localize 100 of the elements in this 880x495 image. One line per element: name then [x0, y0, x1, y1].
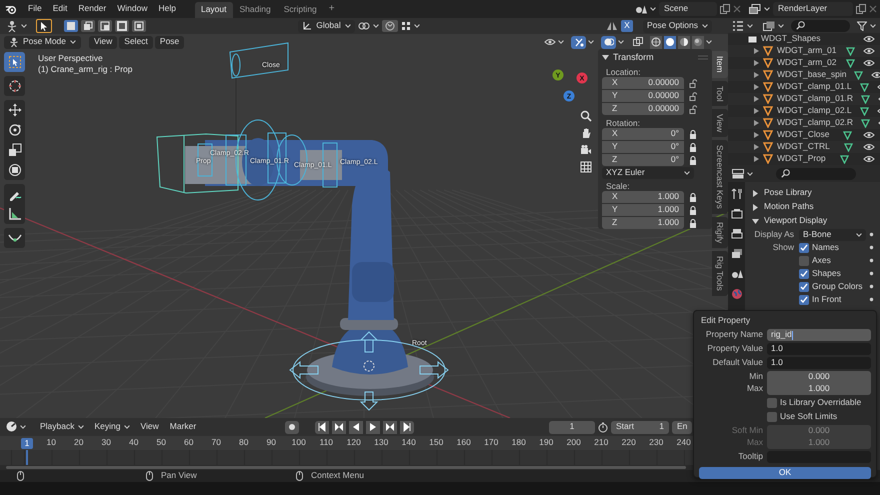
- output-icon[interactable]: [730, 228, 742, 240]
- number-field[interactable]: X 1.000: [602, 191, 684, 203]
- transform-tool-button[interactable]: [4, 160, 25, 180]
- eye-icon[interactable]: [863, 131, 875, 139]
- outliner-item[interactable]: WDGT_clamp_02.L: [728, 105, 880, 117]
- text-field[interactable]: 1.0: [767, 357, 871, 369]
- playback-button[interactable]: [366, 420, 380, 434]
- axis-dot[interactable]: [564, 90, 574, 102]
- checkbox[interactable]: [799, 242, 809, 252]
- checkbox[interactable]: [799, 294, 809, 304]
- lock-icon[interactable]: [689, 206, 698, 214]
- menu-button[interactable]: Marker: [166, 421, 200, 433]
- panel-header[interactable]: Pose Library: [748, 186, 877, 200]
- shading-mode-button[interactable]: [650, 36, 662, 48]
- menu-item[interactable]: Render: [73, 2, 112, 16]
- caret-icon[interactable]: [344, 24, 351, 28]
- eye-icon[interactable]: [863, 47, 875, 55]
- drag-handle-icon[interactable]: [698, 54, 708, 60]
- workspace-tab[interactable]: Layout: [194, 2, 232, 18]
- sidebar-tab[interactable]: Screencast Keys: [712, 140, 728, 214]
- keyframe-dot-icon[interactable]: [869, 258, 874, 263]
- outliner-item[interactable]: WDGT_clamp_01.L: [728, 81, 880, 93]
- caret-icon[interactable]: [856, 232, 862, 236]
- start-frame-field[interactable]: Start 1: [611, 420, 669, 434]
- copy-icon[interactable]: [856, 4, 866, 14]
- rotation-mode-dropdown[interactable]: XYZ Euler: [602, 167, 694, 179]
- select-box-tool-button[interactable]: [4, 52, 25, 72]
- lock-icon[interactable]: [689, 142, 698, 152]
- number-field[interactable]: X 0.00000: [602, 77, 684, 89]
- properties-editor-icon[interactable]: [732, 168, 744, 178]
- playback-button[interactable]: [382, 420, 396, 434]
- selection-mode-button[interactable]: [132, 20, 146, 32]
- camera-icon[interactable]: [580, 144, 592, 156]
- number-field[interactable]: Z 1.000: [602, 217, 684, 229]
- caret-icon[interactable]: [558, 40, 564, 44]
- text-field[interactable]: rig_id: [767, 329, 871, 341]
- sidebar-tab[interactable]: Item: [712, 51, 728, 78]
- search-field[interactable]: [791, 20, 850, 32]
- selection-mode-button[interactable]: [81, 20, 95, 32]
- outliner-item[interactable]: WDGT_Close: [728, 129, 880, 141]
- app-logo-icon[interactable]: [5, 3, 17, 15]
- render-layer-icon[interactable]: [749, 4, 761, 14]
- gizmo-toggle[interactable]: [571, 36, 586, 48]
- number-field[interactable]: Y 1.000: [602, 204, 684, 216]
- sidebar-tab[interactable]: View: [712, 109, 728, 138]
- menu-button[interactable]: View: [136, 421, 163, 433]
- panel-header[interactable]: Motion Paths: [748, 200, 877, 214]
- number-field[interactable]: Y 0°: [602, 141, 684, 153]
- select-tool-button[interactable]: [36, 19, 52, 33]
- menu-button[interactable]: View: [89, 36, 118, 48]
- outliner-item[interactable]: WDGT_Shapes: [728, 33, 880, 45]
- search-field[interactable]: [776, 168, 856, 180]
- hand-icon[interactable]: [580, 127, 592, 139]
- current-frame-field[interactable]: 1: [549, 420, 595, 434]
- snap-icon[interactable]: [384, 21, 395, 31]
- number-field[interactable]: 0.000: [767, 371, 871, 383]
- eye-icon[interactable]: [544, 38, 556, 46]
- selection-mode-button[interactable]: [115, 20, 129, 32]
- sidebar-tab[interactable]: Rigify: [712, 217, 728, 248]
- caret-icon[interactable]: [372, 24, 379, 28]
- grid-snap-icon[interactable]: [400, 21, 411, 31]
- disclosure-triangle-icon[interactable]: [602, 54, 609, 60]
- mirror-icon[interactable]: [606, 21, 618, 31]
- caret-icon[interactable]: [70, 40, 76, 44]
- caret-icon[interactable]: [747, 172, 753, 176]
- caret-icon[interactable]: [78, 424, 84, 429]
- xray-icon[interactable]: [633, 37, 643, 47]
- lock-icon[interactable]: [689, 192, 698, 202]
- outliner-item[interactable]: WDGT_arm_02: [728, 57, 880, 69]
- scrollbar[interactable]: [6, 466, 686, 469]
- curve-tool-button[interactable]: [4, 228, 25, 248]
- number-field[interactable]: Z 0.00000: [602, 103, 684, 115]
- eye-icon[interactable]: [871, 71, 880, 79]
- outliner-item[interactable]: WDGT_base_spin: [728, 69, 880, 81]
- overlay-toggle[interactable]: [601, 36, 616, 48]
- eye-icon[interactable]: [863, 143, 875, 151]
- menu-button[interactable]: Select: [119, 36, 153, 48]
- checkbox[interactable]: [767, 412, 777, 422]
- unlock-icon[interactable]: [689, 78, 698, 88]
- scene-field[interactable]: Scene: [659, 2, 717, 16]
- ok-button[interactable]: OK: [699, 467, 871, 479]
- close-icon[interactable]: [733, 5, 741, 13]
- playback-button[interactable]: [348, 420, 362, 434]
- move-tool-button[interactable]: [4, 100, 25, 120]
- mirror-x-toggle[interactable]: X: [620, 20, 633, 32]
- timeline-editor-icon[interactable]: [6, 421, 17, 432]
- outliner-item[interactable]: WDGT_clamp_01.R: [728, 93, 880, 105]
- number-field[interactable]: Z 0°: [602, 154, 684, 166]
- number-field[interactable]: Y 0.00000: [602, 90, 684, 102]
- caret-icon[interactable]: [414, 24, 420, 28]
- scene-icon[interactable]: [730, 268, 742, 280]
- display-mode-icon[interactable]: [763, 20, 775, 30]
- lock-icon[interactable]: [689, 130, 698, 138]
- orientation-dropdown[interactable]: Global: [298, 20, 355, 32]
- text-field[interactable]: 1.0: [767, 343, 871, 355]
- caret-icon[interactable]: [747, 24, 753, 28]
- menu-item[interactable]: File: [23, 2, 47, 16]
- keyframe-dot-icon[interactable]: [869, 232, 874, 237]
- annotate-tool-button[interactable]: [4, 184, 25, 204]
- keyframe-dot-icon[interactable]: [869, 284, 874, 289]
